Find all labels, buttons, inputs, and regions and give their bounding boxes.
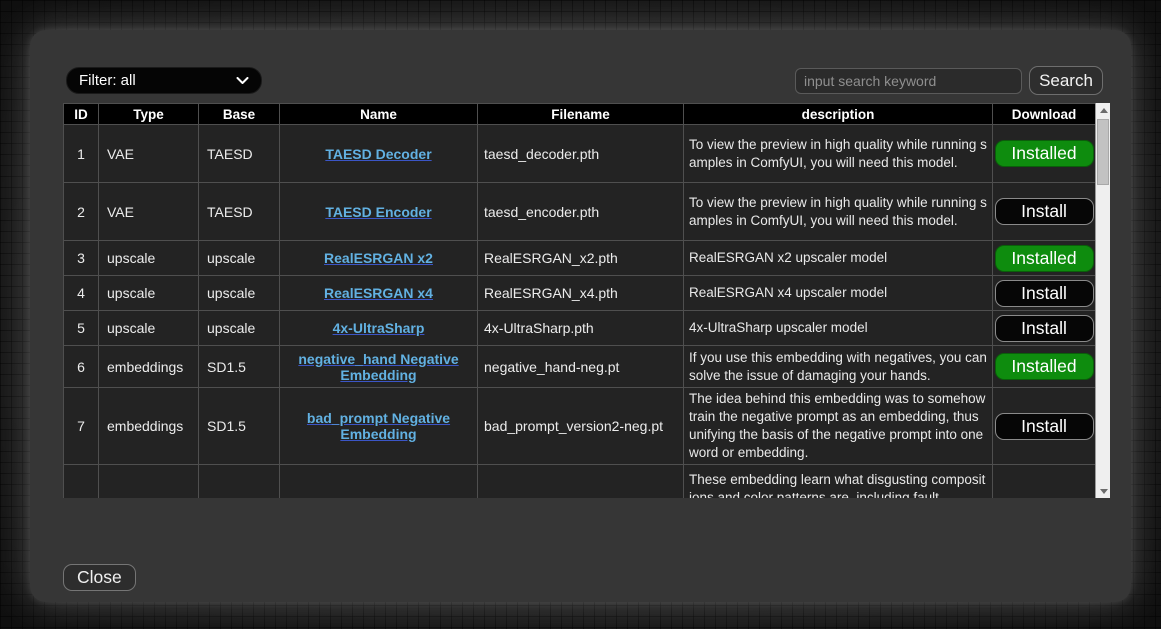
cell-description: If you use this embedding with negatives… xyxy=(684,346,993,388)
header-type: Type xyxy=(99,104,199,125)
cell-base: SD1.5 xyxy=(199,346,280,388)
cell-name xyxy=(280,465,478,499)
table-row: 4 upscale upscale RealESRGAN x4 RealESRG… xyxy=(64,276,1096,311)
install-button[interactable]: Install xyxy=(995,198,1094,225)
header-id: ID xyxy=(64,104,99,125)
cell-type: embeddings xyxy=(99,346,199,388)
cell-description: To view the preview in high quality whil… xyxy=(684,183,993,241)
scrollbar-thumb[interactable] xyxy=(1097,119,1109,185)
cell-description: RealESRGAN x4 upscaler model xyxy=(684,276,993,311)
table-row: 7 embeddings SD1.5 bad_prompt Negative E… xyxy=(64,388,1096,465)
header-filename: Filename xyxy=(478,104,684,125)
cell-description: These embedding learn what disgusting co… xyxy=(684,465,993,499)
cell-id: 5 xyxy=(64,311,99,346)
table-scrollbar[interactable] xyxy=(1095,103,1110,498)
installed-button[interactable]: Installed xyxy=(995,140,1094,167)
install-button[interactable]: Install xyxy=(995,413,1094,440)
cell-description: 4x-UltraSharp upscaler model xyxy=(684,311,993,346)
cell-base: SD1.5 xyxy=(199,388,280,465)
installed-button[interactable]: Installed xyxy=(995,245,1094,272)
model-name-link[interactable]: RealESRGAN x4 xyxy=(324,285,433,301)
cell-type: embeddings xyxy=(99,388,199,465)
search-input[interactable] xyxy=(795,68,1022,94)
cell-id: 7 xyxy=(64,388,99,465)
cell-base: TAESD xyxy=(199,183,280,241)
cell-filename xyxy=(478,465,684,499)
cell-type: upscale xyxy=(99,241,199,276)
filter-dropdown-value: Filter: all xyxy=(79,72,136,89)
header-description: description xyxy=(684,104,993,125)
model-name-link[interactable]: TAESD Decoder xyxy=(325,146,431,162)
cell-filename: taesd_decoder.pth xyxy=(478,125,684,183)
filter-dropdown[interactable]: Filter: all xyxy=(66,67,262,94)
scrollbar-down-arrow[interactable] xyxy=(1096,484,1111,498)
cell-id: 1 xyxy=(64,125,99,183)
cell-id: 3 xyxy=(64,241,99,276)
models-table-viewport: ID Type Base Name Filename description D… xyxy=(63,103,1095,498)
cell-filename: taesd_encoder.pth xyxy=(478,183,684,241)
model-name-link[interactable]: negative_hand Negative Embedding xyxy=(298,351,458,383)
table-row: 5 upscale upscale 4x-UltraSharp 4x-Ultra… xyxy=(64,311,1096,346)
cell-base: upscale xyxy=(199,241,280,276)
cell-filename: negative_hand-neg.pt xyxy=(478,346,684,388)
cell-description: To view the preview in high quality whil… xyxy=(684,125,993,183)
header-base: Base xyxy=(199,104,280,125)
table-row-clipped: These embedding learn what disgusting co… xyxy=(64,465,1096,499)
cell-description: The idea behind this embedding was to so… xyxy=(684,388,993,465)
cell-filename: 4x-UltraSharp.pth xyxy=(478,311,684,346)
header-name: Name xyxy=(280,104,478,125)
cell-type xyxy=(99,465,199,499)
cell-type: VAE xyxy=(99,125,199,183)
cell-base xyxy=(199,465,280,499)
install-button[interactable]: Install xyxy=(995,280,1094,307)
search-button[interactable]: Search xyxy=(1029,66,1103,95)
cell-base: upscale xyxy=(199,311,280,346)
cell-filename: RealESRGAN_x4.pth xyxy=(478,276,684,311)
install-button[interactable]: Install xyxy=(995,315,1094,342)
cell-filename: bad_prompt_version2-neg.pt xyxy=(478,388,684,465)
model-name-link[interactable]: TAESD Encoder xyxy=(325,204,431,220)
cell-type: upscale xyxy=(99,311,199,346)
triangle-up-icon xyxy=(1100,108,1108,113)
cell-base: upscale xyxy=(199,276,280,311)
cell-type: upscale xyxy=(99,276,199,311)
header-download: Download xyxy=(993,104,1096,125)
table-row: 3 upscale upscale RealESRGAN x2 RealESRG… xyxy=(64,241,1096,276)
cell-type: VAE xyxy=(99,183,199,241)
cell-id: 2 xyxy=(64,183,99,241)
install-models-dialog: Filter: all Search ID Type xyxy=(30,30,1131,602)
cell-download xyxy=(993,465,1096,499)
cell-base: TAESD xyxy=(199,125,280,183)
table-header-row: ID Type Base Name Filename description D… xyxy=(64,104,1096,125)
table-row: 6 embeddings SD1.5 negative_hand Negativ… xyxy=(64,346,1096,388)
cell-id xyxy=(64,465,99,499)
models-table: ID Type Base Name Filename description D… xyxy=(63,103,1095,498)
cell-id: 6 xyxy=(64,346,99,388)
triangle-down-icon xyxy=(1100,489,1108,494)
table-row: 1 VAE TAESD TAESD Decoder taesd_decoder.… xyxy=(64,125,1096,183)
cell-filename: RealESRGAN_x2.pth xyxy=(478,241,684,276)
close-button[interactable]: Close xyxy=(63,564,136,591)
model-name-link[interactable]: 4x-UltraSharp xyxy=(333,320,425,336)
cell-id: 4 xyxy=(64,276,99,311)
installed-button[interactable]: Installed xyxy=(995,353,1094,380)
model-name-link[interactable]: RealESRGAN x2 xyxy=(324,250,433,266)
model-name-link[interactable]: bad_prompt Negative Embedding xyxy=(307,410,450,442)
table-row: 2 VAE TAESD TAESD Encoder taesd_encoder.… xyxy=(64,183,1096,241)
cell-description: RealESRGAN x2 upscaler model xyxy=(684,241,993,276)
models-table-container: ID Type Base Name Filename description D… xyxy=(63,103,1110,498)
graph-canvas-background: Filter: all Search ID Type xyxy=(0,0,1161,629)
chevron-down-icon xyxy=(236,77,249,85)
scrollbar-up-arrow[interactable] xyxy=(1096,103,1111,117)
